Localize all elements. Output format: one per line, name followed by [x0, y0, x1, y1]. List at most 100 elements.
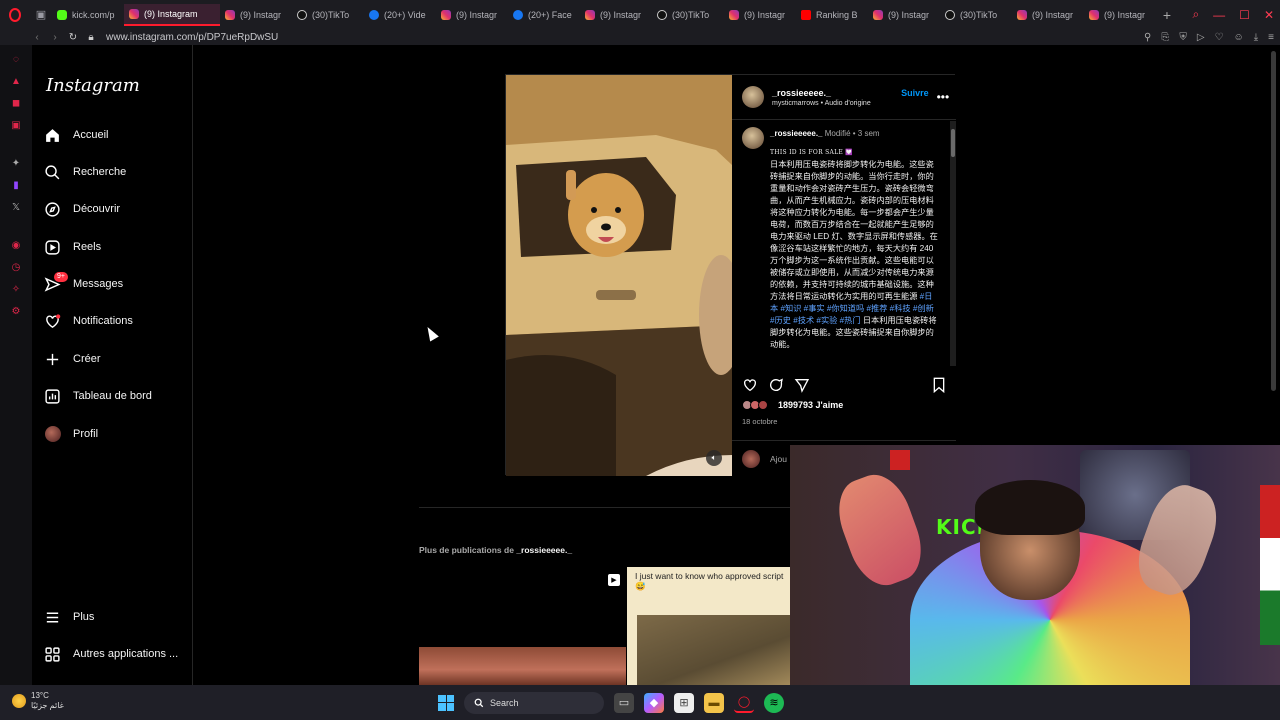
tab-youtube[interactable]: Ranking B	[796, 4, 868, 26]
taskbar-search[interactable]: Search	[464, 691, 604, 714]
tab-instagram-active[interactable]: (9) Instagram	[124, 3, 220, 26]
opera-logo-icon[interactable]	[0, 0, 30, 29]
tiktok-icon	[945, 9, 955, 20]
browser-tab-bar: ▣ kick.com/p (9) Instagram (9) Instagr (…	[0, 0, 1280, 29]
tab-instagram[interactable]: (9) Instagr	[1012, 4, 1084, 26]
music-icon[interactable]: ▣	[10, 119, 22, 131]
menu-icon[interactable]: ≡	[1268, 32, 1274, 43]
nav-item-search[interactable]: Recherche	[44, 157, 189, 187]
maximize-icon[interactable]: ☐	[1239, 8, 1250, 22]
player-sidebar-icon[interactable]: ◉	[10, 239, 22, 251]
crypto-wallet-icon[interactable]: ▲	[10, 75, 22, 87]
messenger-icon[interactable]: ◼	[10, 97, 22, 109]
x-twitter-icon[interactable]: 𝕏	[10, 201, 22, 213]
instagram-icon	[129, 8, 139, 19]
facebook-icon	[513, 9, 523, 20]
post-thumbnail[interactable]	[419, 567, 626, 685]
more-posts-username[interactable]: _rossieeeee._	[516, 545, 572, 555]
tab-instagram[interactable]: (9) Instagr	[868, 4, 940, 26]
post-thumbnail[interactable]: I just want to know who approved script …	[627, 567, 797, 685]
extensions-icon[interactable]: ✧	[10, 283, 22, 295]
windows-start-icon[interactable]	[438, 694, 454, 711]
tab-instagram[interactable]: (9) Instagr	[724, 4, 796, 26]
tab-tiktok[interactable]: (30)TikTo	[940, 4, 1012, 26]
add-comment-input[interactable]: Ajou	[770, 454, 787, 464]
post-video[interactable]: 🔈︎	[506, 75, 732, 476]
aria-icon[interactable]: ◌	[10, 53, 22, 65]
history-icon[interactable]: ◷	[10, 261, 22, 273]
page-scrollbar[interactable]	[1271, 51, 1277, 411]
caption-avatar[interactable]	[742, 127, 764, 149]
nav-item-more[interactable]: Plus	[44, 602, 189, 632]
likes-count[interactable]: 1899793 J'aime	[742, 400, 843, 410]
nav-label: Messages	[73, 278, 124, 290]
reload-icon[interactable]: ↻	[64, 32, 82, 43]
download-icon[interactable]: ⤓	[1254, 32, 1258, 43]
apps-grid-icon	[44, 646, 61, 663]
nav-item-profile[interactable]: Profil	[44, 419, 189, 449]
post-card: 🔈︎ _rossieeeee._ Suivre mysticmarrows • A…	[505, 74, 956, 476]
workspaces-icon[interactable]: ▣	[30, 0, 52, 29]
save-bookmark-icon[interactable]	[932, 377, 946, 398]
kick-sidebar-icon[interactable]: ✦	[10, 157, 22, 169]
nav-item-create[interactable]: Créer	[44, 344, 189, 374]
tab-tiktok[interactable]: (30)TikTo	[652, 4, 724, 26]
nav-label: Plus	[73, 611, 95, 623]
nav-item-dashboard[interactable]: Tableau de bord	[44, 381, 189, 411]
nav-item-notifications[interactable]: Notifications	[44, 306, 189, 336]
tab-instagram[interactable]: (9) Instagr	[1084, 4, 1156, 26]
instagram-logo[interactable]: Instagram	[46, 75, 140, 96]
microsoft-store-icon[interactable]: ⊞	[674, 692, 694, 713]
bookmark-icon[interactable]: ⚲	[1144, 32, 1151, 43]
tab-tiktok[interactable]: (30)TikTo	[292, 4, 364, 26]
nav-item-other-apps[interactable]: Autres applications ...	[44, 639, 189, 669]
task-view-icon[interactable]: ▭	[614, 692, 634, 713]
back-icon[interactable]: ‹	[28, 32, 46, 43]
mute-icon[interactable]: 🔈︎	[706, 450, 722, 466]
close-icon[interactable]: ✕	[1264, 8, 1274, 22]
more-options-icon[interactable]: •••	[937, 90, 950, 104]
audio-info[interactable]: mysticmarrows • Audio d'origine	[772, 100, 929, 107]
tab-instagram[interactable]: (9) Instagr	[436, 4, 508, 26]
reels-icon	[44, 239, 61, 256]
nav-item-home[interactable]: Accueil	[44, 120, 189, 150]
vpn-icon[interactable]: ⛨	[1179, 32, 1187, 43]
nav-item-reels[interactable]: Reels	[44, 232, 189, 262]
more-posts-heading: Plus de publications de _rossieeeee._	[419, 545, 572, 555]
opera-sidebar: ◌ ▲ ◼ ▣ ✦ ▮ 𝕏 ◉ ◷ ✧ ⚙	[0, 45, 32, 685]
nav-label: Créer	[73, 353, 101, 365]
follow-button[interactable]: Suivre	[901, 88, 929, 98]
comment-icon[interactable]	[768, 377, 784, 398]
wall-sign	[890, 450, 910, 470]
tab-instagram[interactable]: (9) Instagr	[580, 4, 652, 26]
tab-kick[interactable]: kick.com/p	[52, 4, 124, 26]
caption-scrollbar[interactable]	[950, 121, 956, 366]
caption-username[interactable]: _rossieeeee._	[770, 129, 823, 138]
forward-icon[interactable]: ›	[46, 32, 64, 43]
tab-facebook[interactable]: (20+) Face	[508, 4, 580, 26]
url-field[interactable]: www.instagram.com/p/DP7ueRpDwSU	[106, 32, 278, 43]
heart-icon[interactable]: ♡	[1215, 32, 1224, 43]
player-icon[interactable]: ▷	[1197, 32, 1205, 43]
nav-item-explore[interactable]: Découvrir	[44, 194, 189, 224]
weather-widget[interactable]: 13°C غائم جزئيًا	[12, 691, 64, 711]
like-heart-icon[interactable]	[742, 377, 758, 398]
minimize-icon[interactable]: —	[1213, 8, 1225, 22]
file-explorer-icon[interactable]: ▬	[704, 692, 724, 713]
search-tabs-icon[interactable]: ⌕	[1192, 7, 1199, 22]
twitch-icon[interactable]: ▮	[10, 179, 22, 191]
spotify-icon[interactable]: ≋	[764, 692, 784, 713]
author-username[interactable]: _rossieeeee._	[772, 88, 831, 98]
tab-facebook[interactable]: (20+) Vide	[364, 4, 436, 26]
opera-gx-taskbar-icon[interactable]: ◯	[734, 693, 754, 713]
tiktok-icon	[657, 9, 667, 20]
author-avatar[interactable]	[742, 86, 764, 108]
nav-item-messages[interactable]: 9+ Messages	[44, 269, 189, 299]
snapshot-icon[interactable]: ⎘	[1161, 32, 1169, 43]
share-send-icon[interactable]	[794, 377, 810, 398]
settings-icon[interactable]: ⚙	[10, 305, 22, 317]
tab-instagram[interactable]: (9) Instagr	[220, 4, 292, 26]
profile-icon[interactable]: ☺	[1234, 32, 1244, 43]
new-tab-plus-icon[interactable]: +	[1156, 7, 1178, 23]
copilot-icon[interactable]: ◆	[644, 692, 664, 713]
